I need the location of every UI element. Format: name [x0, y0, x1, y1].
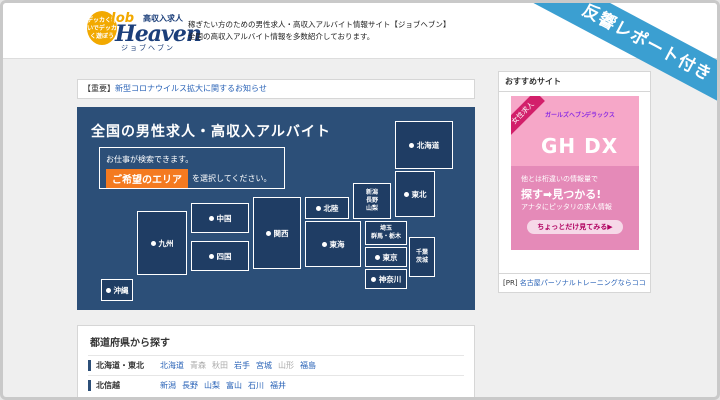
map-title: 全国の男性求人・高収入アルバイト [91, 124, 331, 140]
region-chiba[interactable]: 千葉 茨城 [409, 237, 435, 277]
region-hokkaido[interactable]: 北海道 [395, 121, 453, 169]
pref-link[interactable]: 山梨 [204, 380, 220, 391]
region-label: 新潟 [365, 189, 378, 196]
prefecture-search-title: 都道府県から探す [90, 338, 170, 349]
pref-row-hokkaido-tohoku: 北海道・東北 北海道 青森 秋田 岩手 宮城 山形 福島 [88, 355, 464, 375]
prefecture-search: 都道府県から探す 北海道・東北 北海道 青森 秋田 岩手 宮城 山形 福島 北信… [77, 325, 475, 397]
region-tokyo[interactable]: 東京 [365, 247, 407, 267]
banner-copy-1: 他とは桁違いの情報量で [521, 175, 598, 183]
pref-link[interactable]: 福井 [270, 380, 286, 391]
region-label: 中国 [216, 213, 232, 223]
pref-link[interactable]: 長野 [182, 380, 198, 391]
pref-link[interactable]: 宮城 [256, 360, 272, 371]
region-chugoku[interactable]: 中国 [191, 203, 249, 233]
banner-ribbon: 女性求人 [511, 96, 545, 135]
region-label: 関西 [273, 228, 289, 238]
banner-cta-button[interactable]: ちょっとだけ見てみる▶ [527, 220, 623, 234]
pr-prefix: [PR] [503, 279, 518, 287]
pref-link[interactable]: 北海道 [160, 360, 184, 371]
banner-brand-sub: デラックス [585, 112, 615, 119]
pref-link[interactable]: 新潟 [160, 380, 176, 391]
region-kanagawa[interactable]: 神奈川 [365, 269, 407, 289]
site-tagline: 稼ぎたい方のための男性求人・高収入アルバイト情報サイト【ジョブヘブン】 全国の高… [188, 19, 450, 43]
region-dot-icon [265, 230, 271, 236]
pr-link[interactable]: 名古屋パーソナルトレーニングならココ [520, 279, 646, 287]
select-area-button[interactable]: ご希望のエリア [106, 169, 188, 188]
region-dot-icon [374, 254, 380, 260]
notice-link[interactable]: 新型コロナウイルス拡大に関するお知らせ [115, 84, 267, 93]
pref-link: 山形 [278, 361, 294, 370]
area-search-prompt: お仕事が検索できます。 ご希望のエリア を選択してください。 [99, 147, 285, 189]
region-dot-icon [403, 191, 409, 197]
region-label: 北陸 [323, 203, 339, 213]
pref-link: 秋田 [212, 361, 228, 370]
banner-logo: GH DX [541, 134, 619, 158]
pref-row-head: 北信越 [88, 380, 160, 391]
region-koshinetsu[interactable]: 新潟 長野 山梨 [353, 183, 391, 219]
region-label: 群馬・栃木 [370, 233, 401, 240]
region-label: 長野 [365, 197, 378, 204]
browser-frame: デッカく稼いでデッカく遊ぼう Job Heaven 高収入求人 ジョブヘブン 稼… [0, 0, 720, 400]
logo-tag-bottom: ジョブヘブン [121, 44, 175, 52]
pr-link-box: [PR] 名古屋パーソナルトレーニングならココ [498, 273, 651, 293]
region-label: 四国 [216, 251, 232, 261]
site-logo[interactable]: デッカく稼いでデッカく遊ぼう Job Heaven 高収入求人 ジョブヘブン [87, 11, 202, 52]
region-label: 神奈川 [378, 274, 402, 284]
region-dot-icon [370, 276, 376, 282]
region-dot-icon [315, 205, 321, 211]
recommended-sites: おすすめサイト 女性求人 ガールズヘブン デラックス GH DX 他とは桁違いの… [498, 71, 651, 293]
region-dot-icon [208, 253, 214, 259]
region-tohoku[interactable]: 東北 [395, 171, 435, 217]
important-notice: 【重要】新型コロナウイルス拡大に関するお知らせ [77, 79, 475, 99]
banner-brand: ガールズヘブン [545, 112, 588, 119]
logo-tag-top: 高収入求人 [143, 14, 183, 23]
region-dot-icon [150, 240, 156, 246]
pref-link[interactable]: 富山 [226, 380, 242, 391]
pref-link[interactable]: 岩手 [234, 360, 250, 371]
recommended-sites-title: おすすめサイト [499, 72, 650, 92]
region-label: 東京 [382, 252, 398, 262]
region-kansai[interactable]: 関西 [253, 197, 301, 269]
region-label: 沖縄 [113, 285, 129, 295]
pref-row-head: 北海道・東北 [88, 360, 160, 371]
main-column: 【重要】新型コロナウイルス拡大に関するお知らせ 全国の男性求人・高収入アルバイト… [77, 79, 475, 310]
pref-link: 青森 [190, 361, 206, 370]
region-dot-icon [208, 215, 214, 221]
region-label: 東北 [411, 189, 427, 199]
region-hokuriku[interactable]: 北陸 [305, 197, 349, 219]
banner-copy-3: アナタにピッタリの求人情報 [521, 203, 612, 211]
region-dot-icon [105, 287, 111, 293]
region-label: 千葉 [415, 249, 428, 256]
banner-copy-2: 探す➡見つかる! [521, 188, 602, 201]
region-label: 北海道 [416, 140, 440, 150]
notice-prefix: 【重要】 [83, 84, 115, 93]
region-label: 山梨 [365, 205, 378, 212]
search-prompt-text: お仕事が検索できます。 [106, 155, 194, 164]
region-label: 九州 [158, 238, 174, 248]
search-prompt-after: を選択してください。 [192, 174, 272, 183]
region-label: 茨城 [415, 257, 428, 264]
region-kyushu[interactable]: 九州 [137, 211, 187, 275]
region-kitakanto[interactable]: 埼玉 群馬・栃木 [365, 221, 407, 245]
region-label: 埼玉 [379, 225, 392, 232]
area-map: 全国の男性求人・高収入アルバイト お仕事が検索できます。 ご希望のエリア を選択… [77, 107, 475, 310]
region-dot-icon [408, 142, 414, 148]
tagline-line-1: 稼ぎたい方のための男性求人・高収入アルバイト情報サイト【ジョブヘブン】 [188, 20, 451, 29]
region-shikoku[interactable]: 四国 [191, 241, 249, 271]
region-dot-icon [321, 241, 327, 247]
region-label: 東海 [329, 239, 345, 249]
region-tokai[interactable]: 東海 [305, 221, 361, 267]
pref-row-hokushinetsu: 北信越 新潟 長野 山梨 富山 石川 福井 [88, 375, 464, 395]
girls-heaven-banner[interactable]: 女性求人 ガールズヘブン デラックス GH DX 他とは桁違いの情報量で 探す➡… [511, 96, 639, 250]
pref-link[interactable]: 石川 [248, 380, 264, 391]
tagline-line-2: 全国の高収入アルバイト情報を多数紹介しております。 [188, 32, 375, 41]
pref-link[interactable]: 福島 [300, 360, 316, 371]
region-okinawa[interactable]: 沖縄 [101, 279, 133, 301]
